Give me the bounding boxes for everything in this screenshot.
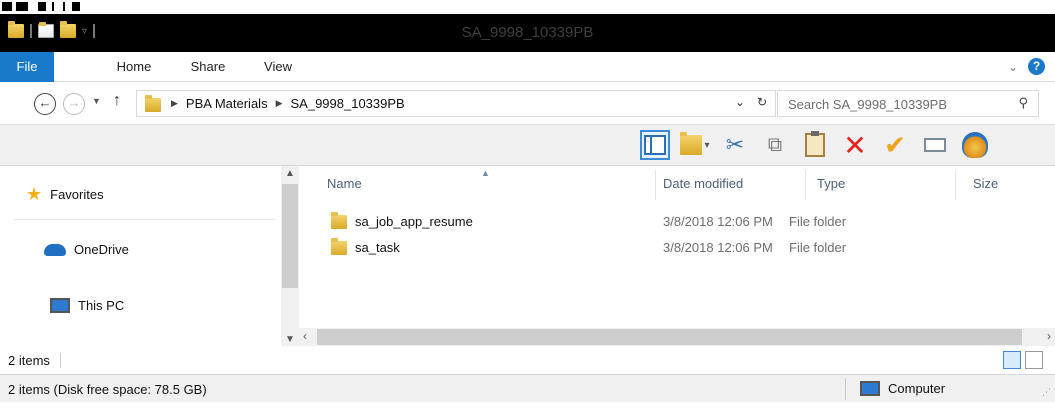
mini-icon	[72, 2, 80, 11]
expand-ribbon-icon[interactable]: ⌄	[1008, 60, 1018, 74]
up-icon[interactable]: ↑	[113, 92, 121, 110]
file-name: sa_task	[355, 240, 400, 255]
file-name: sa_job_app_resume	[355, 214, 473, 229]
large-icons-view-button[interactable]	[1025, 351, 1043, 369]
resize-grip-icon[interactable]: ⋰	[1042, 387, 1051, 398]
preview-pane-icon[interactable]	[640, 130, 670, 160]
star-icon: ★	[26, 184, 43, 204]
column-divider[interactable]	[955, 170, 956, 200]
checkmark-icon[interactable]: ✔	[880, 130, 910, 160]
computer-icon	[860, 381, 880, 396]
table-row[interactable]: sa_task 3/8/2018 12:06 PM File folder	[327, 238, 1027, 258]
item-count: 2 items	[8, 353, 61, 368]
title-bar: ▿ SA_9998_10339PB	[0, 14, 1055, 52]
delete-icon[interactable]: ✕	[840, 130, 870, 161]
address-bar[interactable]: ▶ PBA Materials ▶ SA_9998_10339PB ⌄ ↻	[136, 90, 776, 117]
cut-icon[interactable]: ✂	[720, 130, 750, 160]
column-header-name[interactable]: Name	[327, 176, 362, 191]
file-type: File folder	[789, 214, 847, 229]
nav-item-this-pc[interactable]: This PC	[50, 298, 124, 313]
breadcrumb: ▶ PBA Materials ▶ SA_9998_10339PB	[171, 96, 405, 111]
address-dropdown-icon[interactable]: ⌄	[735, 95, 745, 109]
paste-icon[interactable]	[800, 130, 830, 160]
scroll-down-icon[interactable]: ▼	[285, 334, 295, 345]
column-divider[interactable]	[655, 170, 656, 200]
navigation-pane: ★ Favorites OneDrive This PC	[0, 166, 281, 346]
top-strip	[0, 0, 1055, 14]
address-row: ← → ▼ ↑ ▶ PBA Materials ▶ SA_9998_10339P…	[0, 82, 1055, 124]
scroll-thumb[interactable]	[317, 329, 1022, 345]
shell-icon[interactable]	[960, 130, 990, 160]
recent-locations-icon[interactable]: ▼	[92, 96, 101, 106]
help-icon[interactable]: ?	[1028, 58, 1045, 75]
search-box[interactable]: ⚲	[777, 90, 1039, 117]
status-text: 2 items (Disk free space: 78.5 GB)	[8, 382, 207, 397]
breadcrumb-item[interactable]: PBA Materials	[186, 96, 268, 111]
mini-icon	[52, 2, 54, 11]
folder-icon	[331, 212, 347, 229]
breadcrumb-item[interactable]: SA_9998_10339PB	[291, 96, 405, 111]
table-row[interactable]: sa_job_app_resume 3/8/2018 12:06 PM File…	[327, 212, 1027, 232]
mini-icon	[16, 2, 28, 11]
file-type: File folder	[789, 240, 847, 255]
computer-icon	[50, 298, 70, 313]
cloud-icon	[44, 243, 66, 256]
horizontal-scrollbar[interactable]: ‹ ›	[299, 328, 1055, 346]
status-location: Computer	[860, 381, 945, 396]
window-title: SA_9998_10339PB	[461, 24, 594, 41]
sort-ascending-icon: ▲	[481, 168, 490, 178]
scroll-left-icon[interactable]: ‹	[303, 329, 307, 343]
scroll-right-icon[interactable]: ›	[1047, 329, 1051, 343]
chevron-right-icon[interactable]: ▶	[171, 98, 178, 109]
file-date: 3/8/2018 12:06 PM	[663, 214, 773, 229]
folder-icon	[331, 238, 347, 255]
tab-view[interactable]: View	[258, 52, 298, 82]
nav-scrollbar[interactable]: ▲ ▼	[281, 166, 299, 346]
tab-file[interactable]: File	[0, 52, 54, 82]
status-divider	[845, 378, 846, 400]
item-count-bar: 2 items	[0, 346, 1055, 374]
chevron-right-icon[interactable]: ▶	[276, 98, 283, 109]
search-icon[interactable]: ⚲	[1018, 95, 1028, 111]
email-icon[interactable]	[920, 130, 950, 160]
scroll-thumb[interactable]	[282, 184, 298, 288]
tab-share[interactable]: Share	[186, 52, 230, 82]
tab-home[interactable]: Home	[114, 52, 154, 82]
folder-icon	[145, 95, 161, 112]
nav-item-label: This PC	[78, 298, 125, 313]
ribbon-tabs: File Home Share View ⌄ ?	[0, 52, 1055, 82]
status-location-label: Computer	[888, 381, 946, 396]
scroll-up-icon[interactable]: ▲	[285, 168, 295, 179]
column-divider[interactable]	[805, 170, 806, 200]
nav-item-label: OneDrive	[74, 242, 129, 257]
command-toolbar: ▾ ✂ ⧉ ✕ ✔	[0, 124, 1055, 166]
forward-button[interactable]: →	[63, 93, 85, 115]
file-list: ▲ Name Date modified Type Size sa_job_ap…	[299, 166, 1055, 346]
status-bar: 2 items (Disk free space: 78.5 GB) Compu…	[0, 374, 1055, 402]
copy-icon[interactable]: ⧉	[760, 130, 790, 160]
properties-icon[interactable]: ▾	[680, 130, 710, 160]
mini-icon	[63, 2, 65, 11]
file-date: 3/8/2018 12:06 PM	[663, 240, 773, 255]
details-view-button[interactable]	[1003, 351, 1021, 369]
nav-item-label: Favorites	[50, 186, 104, 202]
mini-icon	[38, 2, 46, 11]
column-header-type[interactable]: Type	[817, 176, 845, 191]
column-header-size[interactable]: Size	[973, 176, 998, 191]
nav-item-onedrive[interactable]: OneDrive	[44, 242, 129, 257]
column-header-date[interactable]: Date modified	[663, 176, 743, 191]
mini-icon	[2, 2, 12, 11]
nav-item-favorites[interactable]: ★ Favorites	[26, 185, 104, 203]
refresh-icon[interactable]: ↻	[757, 95, 767, 109]
back-button[interactable]: ←	[34, 93, 56, 115]
search-input[interactable]	[788, 95, 998, 113]
